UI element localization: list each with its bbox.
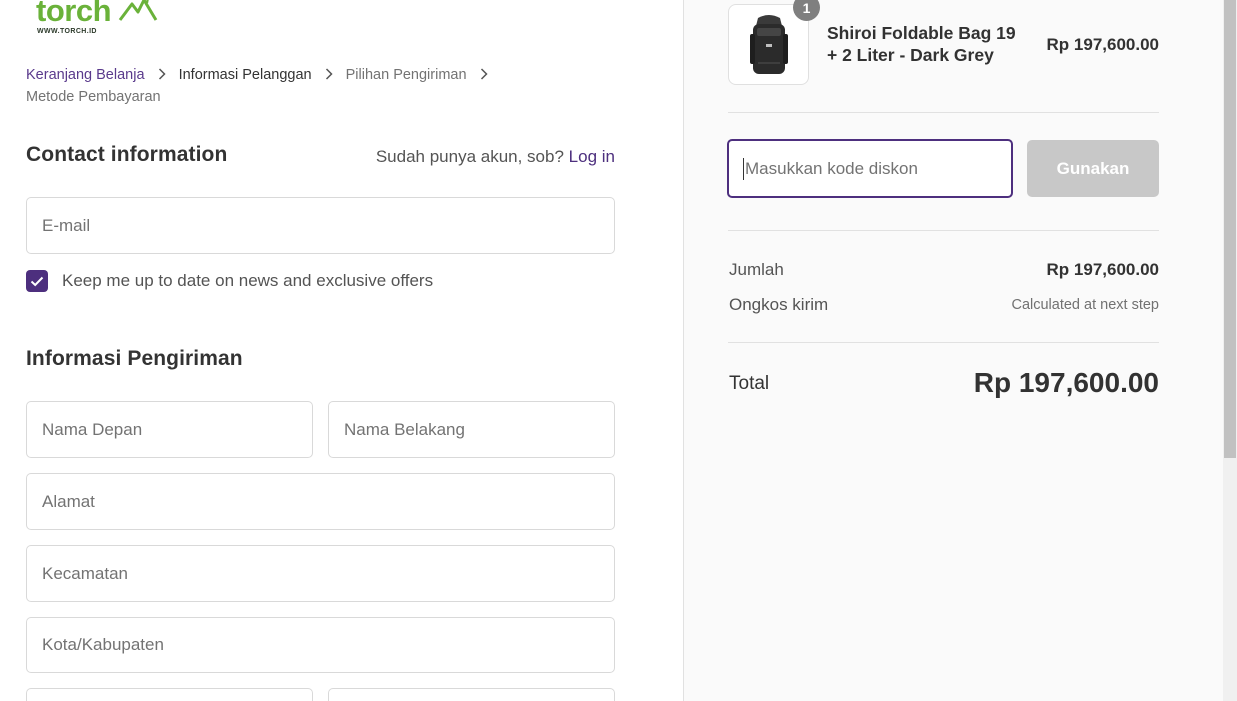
- newsletter-option[interactable]: Keep me up to date on news and exclusive…: [26, 270, 433, 292]
- email-input[interactable]: [42, 215, 614, 236]
- summary-divider: [728, 112, 1159, 113]
- newsletter-checkbox[interactable]: [26, 270, 48, 292]
- total-value: Rp 197,600.00: [973, 367, 1159, 398]
- address-input[interactable]: [42, 491, 614, 512]
- torch-flame-icon: [118, 0, 158, 21]
- brand-logo[interactable]: torch WWW.TORCH.ID: [34, 0, 164, 38]
- first-name-input[interactable]: [42, 419, 312, 440]
- checkmark-icon: [30, 276, 44, 286]
- district-field[interactable]: [26, 545, 615, 602]
- apply-discount-button[interactable]: Gunakan: [1027, 140, 1159, 197]
- subtotal-label: Jumlah: [729, 260, 784, 279]
- last-name-field[interactable]: [328, 401, 615, 458]
- checkout-form-column: torch WWW.TORCH.ID Keranjang Belanja Inf…: [0, 0, 684, 701]
- summary-divider: [728, 230, 1159, 231]
- brand-logo-wordmark: torch: [36, 0, 112, 28]
- city-field[interactable]: [26, 617, 615, 673]
- district-input[interactable]: [42, 563, 614, 584]
- breadcrumb-cart-link[interactable]: Keranjang Belanja: [26, 67, 145, 83]
- next-field-right[interactable]: [328, 688, 615, 701]
- breadcrumb-payment-method: Metode Pembayaran: [26, 89, 161, 106]
- discount-code-input[interactable]: [745, 158, 1011, 179]
- subtotal-value: Rp 197,600.00: [1046, 260, 1159, 279]
- shipping-cost-label: Ongkos kirim: [729, 295, 829, 314]
- product-price: Rp 197,600.00: [1046, 35, 1159, 54]
- brand-url: WWW.TORCH.ID: [37, 28, 97, 35]
- address-field[interactable]: [26, 473, 615, 530]
- shipping-section-title: Informasi Pengiriman: [26, 347, 243, 370]
- login-link[interactable]: Log in: [569, 147, 615, 166]
- text-caret: [743, 157, 744, 180]
- product-name: Shiroi Foldable Bag 19 + 2 Liter - Dark …: [827, 23, 1016, 65]
- discount-code-field[interactable]: [727, 139, 1013, 198]
- breadcrumb-customer-info: Informasi Pelanggan: [178, 67, 312, 83]
- next-field-left[interactable]: [26, 688, 313, 701]
- first-name-field[interactable]: [26, 401, 313, 458]
- newsletter-label: Keep me up to date on news and exclusive…: [62, 271, 434, 290]
- checkout-page: torch WWW.TORCH.ID Keranjang Belanja Inf…: [0, 0, 1237, 701]
- email-field[interactable]: [26, 197, 615, 254]
- city-input[interactable]: [42, 635, 614, 655]
- contact-section-title: Contact information: [26, 143, 228, 166]
- chevron-right-icon: [316, 64, 342, 86]
- order-summary-panel: [683, 0, 1223, 701]
- chevron-right-icon: [149, 64, 175, 86]
- login-prompt-text: Sudah punya akun, sob?: [375, 147, 564, 166]
- chevron-right-icon: [471, 64, 497, 86]
- breadcrumb: Keranjang Belanja Informasi Pelanggan Pi…: [26, 64, 546, 108]
- login-prompt: Sudah punya akun, sob? Log in: [376, 147, 615, 167]
- scrollbar-thumb[interactable]: [1224, 0, 1236, 458]
- total-label: Total: [729, 373, 770, 394]
- backpack-image: [749, 14, 788, 74]
- shipping-cost-value: Calculated at next step: [1011, 297, 1159, 313]
- breadcrumb-shipping-options: Pilihan Pengiriman: [345, 67, 467, 83]
- summary-divider: [728, 342, 1159, 343]
- last-name-input[interactable]: [344, 419, 614, 440]
